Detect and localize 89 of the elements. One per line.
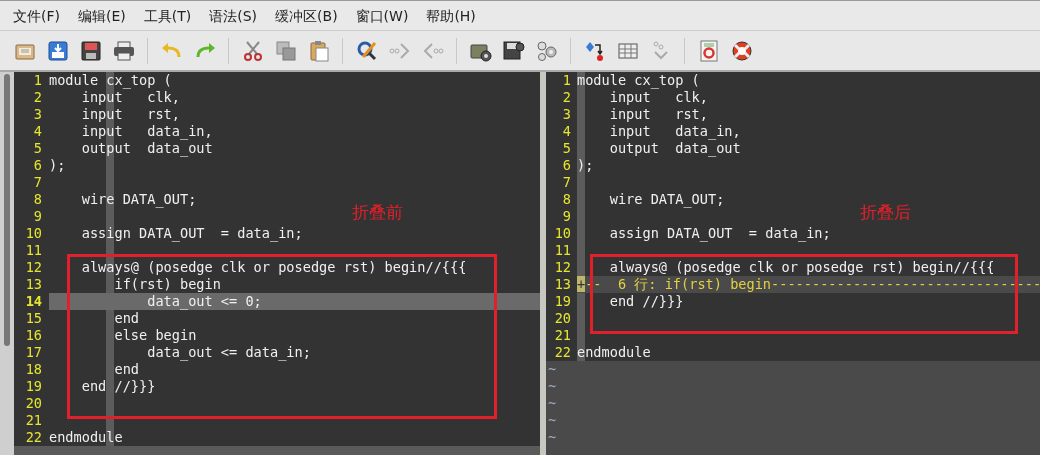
copy-icon[interactable] (273, 38, 298, 63)
code-line: input rst, (80, 106, 181, 123)
line-number: 4 (561, 123, 571, 140)
line-number: 22 (553, 344, 571, 361)
line-number: 21 (24, 412, 42, 429)
code-line: output data_out (608, 140, 742, 157)
line-number: 2 (561, 89, 571, 106)
menu-item[interactable]: 编辑(E) (69, 1, 135, 30)
line-number: 7 (32, 174, 42, 191)
code-line: ); (49, 157, 67, 174)
code-line: assign DATA_OUT = data_in; (80, 225, 304, 242)
menu-item[interactable]: 窗口(W) (346, 1, 418, 30)
menu-item[interactable]: 帮助(H) (417, 1, 485, 30)
line-number: 8 (561, 191, 571, 208)
code-line: input data_in, (80, 123, 214, 140)
floppy-gear-icon[interactable] (501, 38, 526, 63)
code-line: wire DATA_OUT; (608, 191, 726, 208)
code-line: data_out <= data_in; (146, 344, 312, 361)
code-line: end (113, 361, 141, 378)
scrollbar-thumb[interactable] (4, 74, 10, 346)
lifebuoy-icon[interactable] (729, 38, 754, 63)
line-number: 17 (24, 344, 42, 361)
line-number: 16 (24, 327, 42, 344)
code-line: input data_in, (608, 123, 742, 140)
code-line: if(rst) begin (113, 276, 222, 293)
annotation-label: 折叠前 (352, 201, 403, 224)
line-number: 6 (561, 157, 571, 174)
filler-line: ~ (547, 429, 558, 446)
line-number: 1 (32, 72, 42, 89)
filler-line: ~ (547, 412, 558, 429)
code-line: endmodule (577, 344, 652, 361)
line-number: 13 (553, 276, 571, 293)
code-line: always@ (posedge clk or posedge rst) begin//{{{ (608, 259, 996, 276)
code-line: end //}}} (80, 378, 157, 395)
line-number: 7 (561, 174, 571, 191)
line-number: 18 (24, 361, 42, 378)
code-line: end (113, 310, 141, 327)
line-number: 13 (24, 276, 42, 293)
menu-item[interactable]: 语法(S) (200, 1, 267, 30)
filler-line: ~ (547, 378, 558, 395)
gears-icon[interactable] (534, 38, 559, 63)
line-number: 5 (32, 140, 42, 157)
code-line: module cx_top ( (577, 72, 701, 89)
code-line: assign DATA_OUT = data_in; (608, 225, 832, 242)
code-line: input rst, (608, 106, 709, 123)
code-line: endmodule (49, 429, 124, 446)
scrollbar[interactable] (0, 72, 14, 455)
line-number: 12 (553, 259, 571, 276)
line-number: 3 (561, 106, 571, 123)
line-number: 8 (32, 191, 42, 208)
code-line: end //}}} (608, 293, 685, 310)
line-number: 20 (553, 310, 571, 327)
line-number: 12 (24, 259, 42, 276)
line-number: 22 (24, 429, 42, 446)
line-number: 11 (24, 242, 42, 259)
line-number: 3 (32, 106, 42, 123)
menu-item[interactable]: 文件(F) (4, 1, 69, 30)
line-number: 21 (553, 327, 571, 344)
filler-line: ~ (547, 361, 558, 378)
annotation-label: 折叠后 (860, 201, 911, 224)
line-number: 15 (24, 310, 42, 327)
printer-icon[interactable] (111, 38, 136, 63)
line-number: 19 (24, 378, 42, 395)
code-line: output data_out (80, 140, 214, 157)
floppy-icon[interactable] (78, 38, 103, 63)
line-number: 19 (553, 293, 571, 310)
download-icon[interactable] (45, 38, 70, 63)
menu-item[interactable]: 工具(T) (134, 1, 201, 30)
code-line: else begin (113, 327, 198, 344)
line-number: 11 (553, 242, 571, 259)
menu-item[interactable]: 缓冲区(B) (266, 1, 347, 30)
line-number: 20 (24, 395, 42, 412)
line-number: 6 (32, 157, 42, 174)
code-line: wire DATA_OUT; (80, 191, 198, 208)
line-number: 1 (561, 72, 571, 89)
line-number: 4 (32, 123, 42, 140)
code-line: always@ (posedge clk or posedge rst) begin//{{{ (80, 259, 468, 276)
line-number: 9 (32, 208, 42, 225)
line-number: 2 (32, 89, 42, 106)
line-number: 5 (561, 140, 571, 157)
line-number: 10 (553, 225, 571, 242)
code-line: input clk, (608, 89, 709, 106)
filler-line: ~ (547, 395, 558, 412)
line-number: 14 (24, 293, 42, 310)
code-line: module cx_top ( (49, 72, 173, 89)
line-number: 9 (561, 208, 571, 225)
code-line: ); (577, 157, 595, 174)
line-number: 10 (24, 225, 42, 242)
code-line: input clk, (80, 89, 181, 106)
